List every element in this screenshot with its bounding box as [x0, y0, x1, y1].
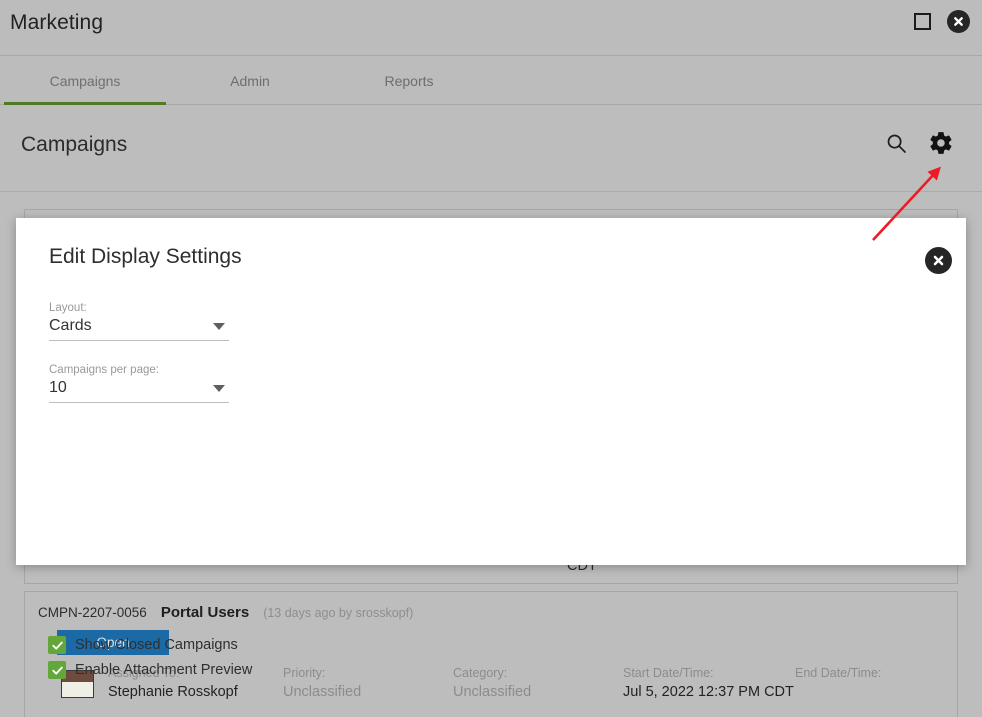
- tab-campaigns-label: Campaigns: [49, 73, 121, 89]
- field-priority-label: Priority:: [283, 666, 326, 680]
- tab-bar: Campaigns Admin Reports: [0, 57, 982, 105]
- layout-select-value: Cards: [49, 317, 92, 334]
- checkmark-icon: [48, 661, 66, 679]
- window-controls: [914, 10, 970, 33]
- field-start-date: Start Date/Time: Jul 5, 2022 12:37 PM CD…: [623, 666, 795, 700]
- campaign-meta: (13 days ago by srosskopf): [263, 606, 414, 620]
- title-bar: Marketing: [0, 0, 982, 56]
- checkmark-icon: [48, 636, 66, 654]
- dialog-close-icon[interactable]: [925, 247, 952, 274]
- campaign-name: Portal Users: [160, 604, 250, 621]
- checkbox-enable-attachment-preview[interactable]: Enable Attachment Preview: [48, 661, 252, 679]
- field-start-date-value: Jul 5, 2022 12:37 PM CDT: [623, 684, 794, 700]
- dialog-title: Edit Display Settings: [49, 245, 242, 268]
- per-page-select[interactable]: 10: [49, 379, 229, 403]
- campaign-header: CMPN-2207-0056 Portal Users (13 days ago…: [38, 604, 413, 621]
- field-priority-value: Unclassified: [283, 684, 362, 700]
- per-page-select-value: 10: [49, 379, 67, 396]
- per-page-label: Campaigns per page:: [49, 364, 159, 376]
- checkbox-show-closed-campaigns-label: Show Closed Campaigns: [75, 637, 238, 653]
- tab-admin-label: Admin: [230, 73, 270, 89]
- field-category-label: Category:: [453, 666, 508, 680]
- per-page-field-group: Campaigns per page: 10: [49, 364, 229, 403]
- tab-admin[interactable]: Admin: [170, 57, 330, 105]
- tab-reports[interactable]: Reports: [330, 57, 488, 105]
- tab-reports-label: Reports: [384, 73, 434, 89]
- edit-display-settings-dialog: Edit Display Settings Layout: Cards Camp…: [16, 218, 966, 679]
- field-start-date-label: Start Date/Time:: [623, 666, 714, 680]
- layout-field-group: Layout: Cards: [49, 302, 229, 341]
- close-icon[interactable]: [947, 10, 970, 33]
- field-priority: Priority: Unclassified: [283, 666, 453, 700]
- tab-campaigns[interactable]: Campaigns: [0, 57, 170, 105]
- field-category-value: Unclassified: [453, 684, 532, 700]
- layout-select[interactable]: Cards: [49, 317, 229, 341]
- field-end-date-label: End Date/Time:: [795, 666, 882, 680]
- page-title: Campaigns: [21, 133, 128, 156]
- checkbox-enable-attachment-preview-label: Enable Attachment Preview: [75, 662, 253, 678]
- chevron-down-icon: [213, 385, 225, 392]
- search-icon[interactable]: [886, 133, 907, 154]
- layout-label: Layout:: [49, 302, 87, 314]
- gear-icon[interactable]: [928, 130, 954, 156]
- field-end-date: End Date/Time:: [795, 666, 935, 700]
- chevron-down-icon: [213, 323, 225, 330]
- checkbox-show-closed-campaigns[interactable]: Show Closed Campaigns: [48, 636, 238, 654]
- field-category: Category: Unclassified: [453, 666, 623, 700]
- window-title: Marketing: [10, 11, 104, 34]
- header-actions: [886, 130, 954, 156]
- application-window: Marketing Campaigns Admin Reports Campai…: [0, 0, 982, 717]
- campaign-id: CMPN-2207-0056: [38, 605, 147, 620]
- page-header: Campaigns: [0, 106, 982, 192]
- field-assigned-to-value: Stephanie Rosskopf: [108, 684, 238, 700]
- campaign-card[interactable]: CMPN-2207-0056 Portal Users (13 days ago…: [24, 591, 958, 717]
- maximize-icon[interactable]: [914, 13, 931, 30]
